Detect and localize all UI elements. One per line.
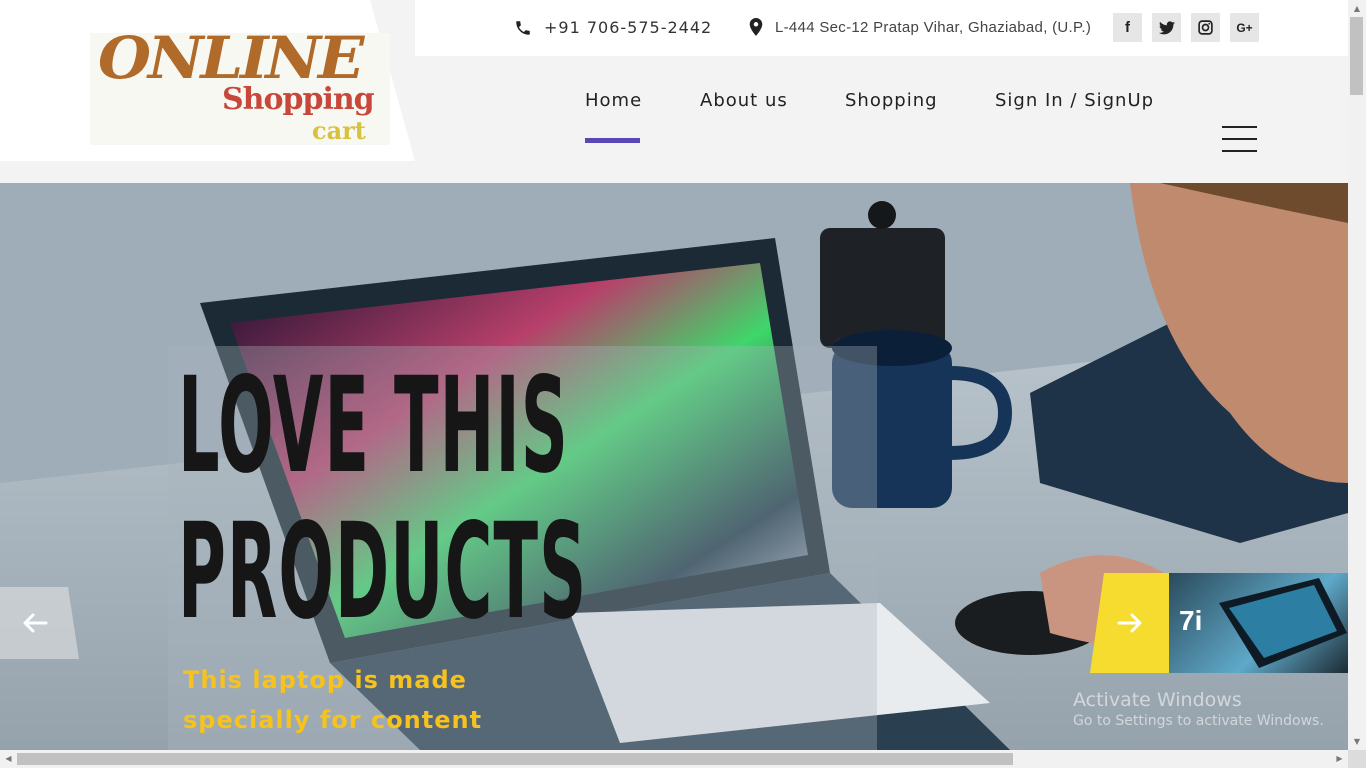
scroll-left-arrow-icon[interactable]: ◀ [0,750,17,768]
instagram-icon [1198,20,1213,35]
nav-shopping[interactable]: Shopping [845,90,938,111]
facebook-link[interactable]: f [1113,13,1142,42]
google-plus-icon: G+ [1236,20,1253,35]
nav-signin[interactable]: Sign In / SignUp [995,90,1154,111]
slider-prev-button[interactable] [0,587,79,659]
logo-text-shopping: Shopping [222,82,375,117]
hero-title-line1: LOVE THIS [178,349,569,503]
watermark-subtitle: Go to Settings to activate Windows. [1073,713,1324,729]
nav-about[interactable]: About us [700,90,788,111]
activate-windows-watermark: Activate Windows Go to Settings to activ… [1073,689,1324,729]
hero-title-line2: PRODUCTS [178,495,588,649]
map-pin-icon [749,18,763,36]
google-plus-link[interactable]: G+ [1230,13,1259,42]
nav-active-indicator [585,138,640,143]
watermark-title: Activate Windows [1073,689,1242,711]
logo-text-cart: cart [312,116,366,145]
horizontal-scrollbar[interactable]: ◀ ▶ [0,750,1348,768]
horizontal-scroll-thumb[interactable] [17,753,1013,765]
twitter-icon [1158,20,1175,34]
twitter-link[interactable] [1152,13,1181,42]
arrow-left-icon [23,613,48,633]
scroll-down-arrow-icon[interactable]: ▼ [1348,733,1366,750]
facebook-icon: f [1125,19,1130,36]
site-logo[interactable]: ONLINE Shopping cart [90,29,390,145]
hero-title: LOVE THIS PRODUCTS [178,353,587,645]
laptop-thumbnail-image [1219,578,1347,668]
phone-number: +91 706-575-2442 [544,18,713,37]
logo-text-online: ONLINE [98,24,364,92]
hero-slider: LOVE THIS PRODUCTS This laptop is made s… [0,183,1348,750]
next-slide-thumbnail[interactable]: 7i [1169,573,1348,673]
scrollbar-corner [1348,750,1366,768]
contact-phone[interactable]: +91 706-575-2442 [514,18,712,37]
contact-address: L-444 Sec-12 Pratap Vihar, Ghaziabad, (U… [749,18,1091,36]
scroll-up-arrow-icon[interactable]: ▲ [1348,0,1366,17]
address-text: L-444 Sec-12 Pratap Vihar, Ghaziabad, (U… [775,18,1092,36]
hero-description: This laptop is made specially for conten… [183,666,483,734]
instagram-link[interactable] [1191,13,1220,42]
arrow-right-icon [1117,613,1141,633]
vertical-scroll-thumb[interactable] [1350,17,1363,95]
scroll-right-arrow-icon[interactable]: ▶ [1331,750,1348,768]
nav-home[interactable]: Home [585,90,642,111]
hamburger-menu-icon[interactable] [1222,126,1257,152]
phone-icon [516,20,530,35]
vertical-scrollbar[interactable]: ▲ ▼ [1348,0,1366,750]
